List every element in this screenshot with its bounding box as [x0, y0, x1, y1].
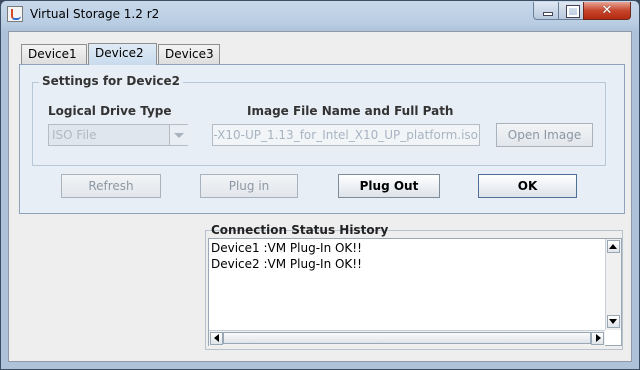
title-bar[interactable]: Virtual Storage 1.2 r2 ✕ [1, 1, 639, 27]
window-content: Device1 Device2 Device3 Settings for Dev… [8, 31, 632, 362]
drive-type-label: Logical Drive Type [48, 104, 172, 118]
window-title: Virtual Storage 1.2 r2 [30, 7, 160, 21]
close-icon: ✕ [601, 3, 613, 18]
image-path-label: Image File Name and Full Path [247, 104, 454, 118]
scroll-left-icon[interactable] [210, 332, 223, 345]
status-line: Device1 :VM Plug-In OK!! [211, 241, 362, 255]
drive-type-select[interactable]: ISO File [48, 124, 188, 146]
minimize-icon [543, 12, 553, 16]
image-path-value: R-X10-UP_1.13_for_Intel_X10_UP_platform.… [212, 128, 478, 142]
refresh-button-visible[interactable]: Refresh [61, 174, 161, 198]
tab-device1[interactable]: Device1 [21, 44, 87, 65]
ok-button[interactable]: OK [478, 174, 577, 198]
status-lines: Device1 :VM Plug-In OK!! Device2 :VM Plu… [211, 240, 362, 272]
plug-out-button[interactable]: Plug Out [338, 174, 440, 198]
image-path-field[interactable]: R-X10-UP_1.13_for_Intel_X10_UP_platform.… [212, 124, 480, 146]
tab-device2[interactable]: Device2 [88, 43, 157, 65]
maximize-button[interactable] [558, 2, 584, 20]
vertical-scrollbar[interactable] [605, 239, 621, 330]
settings-group: Settings for Device2 Logical Drive Type … [32, 74, 606, 166]
app-icon [7, 6, 23, 22]
tab-device3[interactable]: Device3 [158, 44, 220, 65]
settings-group-title: Settings for Device2 [39, 74, 184, 88]
open-image-button[interactable]: Open Image [496, 123, 593, 147]
scroll-up-icon[interactable] [607, 240, 620, 253]
virtual-storage-window: Virtual Storage 1.2 r2 ✕ Device1 Device2… [0, 0, 640, 370]
status-history-text[interactable]: Device1 :VM Plug-In OK!! Device2 :VM Plu… [208, 238, 622, 346]
scroll-down-icon[interactable] [607, 315, 620, 328]
status-line: Device2 :VM Plug-In OK!! [211, 257, 362, 271]
status-history-title: Connection Status History [211, 223, 389, 237]
plug-in-button[interactable]: Plug in [200, 174, 298, 198]
horizontal-scrollbar[interactable] [209, 330, 605, 346]
close-button[interactable]: ✕ [583, 2, 631, 20]
chevron-down-icon[interactable] [169, 125, 188, 145]
horizontal-scroll-thumb[interactable] [223, 332, 591, 344]
maximize-icon [566, 5, 580, 18]
minimize-button[interactable] [533, 2, 559, 20]
scroll-right-icon[interactable] [591, 332, 604, 345]
drive-type-value: ISO File [52, 128, 97, 142]
